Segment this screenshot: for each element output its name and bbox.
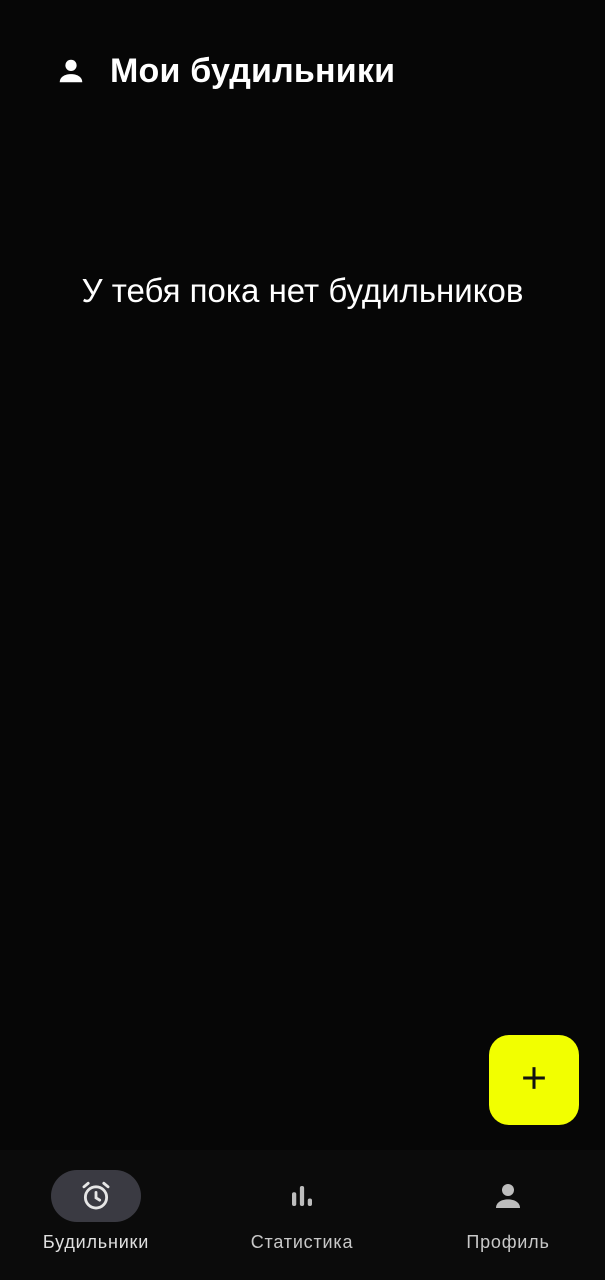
bar-chart-icon [257,1170,347,1222]
empty-state-message: У тебя пока нет будильников [81,272,524,309]
nav-item-statistics[interactable]: Статистика [202,1170,402,1270]
nav-label-alarms: Будильники [42,1232,150,1252]
nav-label-statistics: Статистика [250,1232,354,1252]
app-header: Мои будильники [54,48,395,94]
person-icon [463,1170,553,1222]
nav-item-profile[interactable]: Профиль [408,1170,605,1270]
alarm-clock-icon [51,1170,141,1222]
add-alarm-button[interactable] [489,1035,579,1125]
nav-label-profile: Профиль [466,1232,550,1252]
person-icon[interactable] [54,54,88,88]
page-title: Мои будильники [110,51,396,90]
bottom-navigation: Будильники Статистика Профиль [0,1150,605,1280]
nav-item-alarms[interactable]: Будильники [0,1170,196,1270]
screen: Мои будильники У тебя пока нет будильник… [0,0,605,1280]
plus-icon [521,1065,547,1096]
